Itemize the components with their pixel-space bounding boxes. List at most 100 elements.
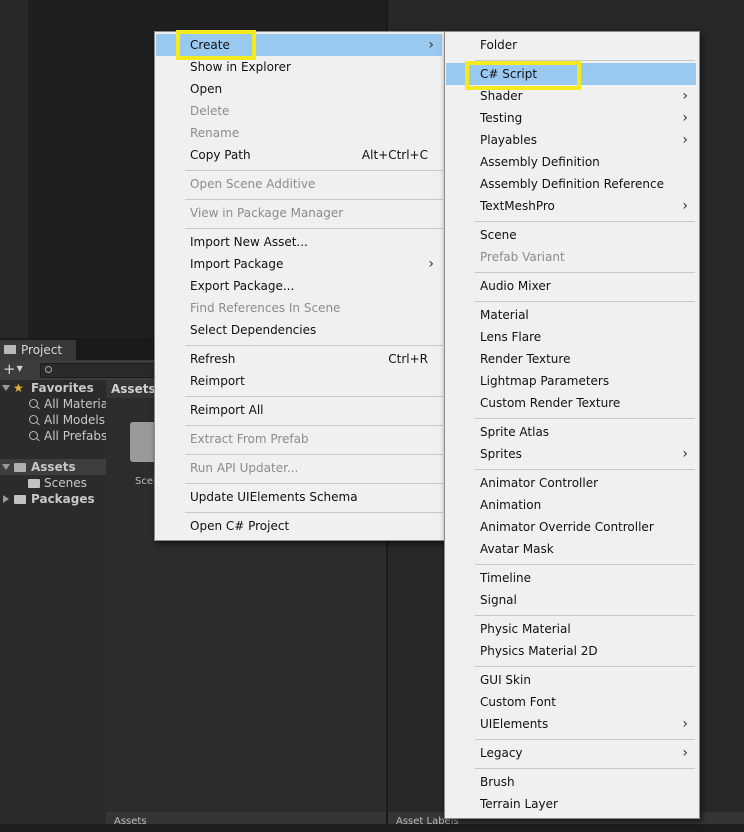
- menu-item-rename[interactable]: Rename: [156, 122, 442, 144]
- tree-item-favorite[interactable]: All Materia: [0, 396, 108, 412]
- tree-item-favorite[interactable]: All Prefabs: [0, 428, 107, 444]
- add-dropdown-button[interactable]: +▼: [3, 361, 23, 380]
- submenu-item-assembly-definition-reference[interactable]: Assembly Definition Reference: [446, 173, 696, 195]
- menu-item-import-new-asset[interactable]: Import New Asset...: [156, 231, 442, 253]
- menu-item-label: Open Scene Additive: [190, 177, 316, 191]
- submenu-item-signal[interactable]: Signal: [446, 589, 696, 611]
- menu-item-label: Legacy: [480, 746, 523, 760]
- search-icon: [45, 366, 52, 373]
- submenu-item-animator-controller[interactable]: Animator Controller: [446, 472, 696, 494]
- menu-separator: [475, 221, 695, 222]
- menu-separator: [475, 615, 695, 616]
- highlight-box-csharp-script: [465, 61, 581, 90]
- project-search-input[interactable]: [40, 363, 162, 378]
- menu-item-run-api-updater[interactable]: Run API Updater...: [156, 457, 442, 479]
- menu-item-open-scene-additive[interactable]: Open Scene Additive: [156, 173, 442, 195]
- submenu-item-sprites[interactable]: Sprites ›: [446, 443, 696, 465]
- submenu-item-brush[interactable]: Brush: [446, 771, 696, 793]
- submenu-item-textmeshpro[interactable]: TextMeshPro ›: [446, 195, 696, 217]
- menu-item-label: Timeline: [480, 571, 532, 585]
- submenu-item-assembly-definition[interactable]: Assembly Definition: [446, 151, 696, 173]
- menu-item-label: Signal: [480, 593, 517, 607]
- submenu-item-timeline[interactable]: Timeline: [446, 567, 696, 589]
- menu-separator: [185, 483, 443, 484]
- submenu-item-animation[interactable]: Animation: [446, 494, 696, 516]
- menu-item-reimport-all[interactable]: Reimport All: [156, 399, 442, 421]
- create-submenu: Folder C# Script Shader › Testing › Playab…: [444, 31, 700, 819]
- menu-item-select-dependencies[interactable]: Select Dependencies: [156, 319, 442, 341]
- menu-item-open[interactable]: Open: [156, 78, 442, 100]
- menu-item-label: Testing: [480, 111, 523, 125]
- expand-triangle-icon[interactable]: [3, 495, 9, 503]
- submenu-item-legacy[interactable]: Legacy ›: [446, 742, 696, 764]
- submenu-item-lens-flare[interactable]: Lens Flare: [446, 326, 696, 348]
- submenu-item-gui-skin[interactable]: GUI Skin: [446, 669, 696, 691]
- project-tab[interactable]: Project: [0, 340, 76, 360]
- chevron-right-icon: ›: [682, 110, 688, 126]
- menu-separator: [475, 739, 695, 740]
- submenu-item-lightmap-parameters[interactable]: Lightmap Parameters: [446, 370, 696, 392]
- submenu-item-custom-render-texture[interactable]: Custom Render Texture: [446, 392, 696, 414]
- submenu-item-playables[interactable]: Playables ›: [446, 129, 696, 151]
- tree-item-assets[interactable]: Assets: [0, 459, 106, 475]
- menu-item-extract-from-prefab[interactable]: Extract From Prefab: [156, 428, 442, 450]
- menu-item-view-in-package-manager[interactable]: View in Package Manager: [156, 202, 442, 224]
- submenu-item-render-texture[interactable]: Render Texture: [446, 348, 696, 370]
- submenu-item-prefab-variant[interactable]: Prefab Variant: [446, 246, 696, 268]
- submenu-item-custom-font[interactable]: Custom Font: [446, 691, 696, 713]
- menu-item-refresh[interactable]: Refresh Ctrl+R: [156, 348, 442, 370]
- menu-item-label: Playables: [480, 133, 537, 147]
- submenu-item-folder[interactable]: Folder: [446, 34, 696, 56]
- menu-separator: [185, 454, 443, 455]
- menu-separator: [185, 512, 443, 513]
- menu-item-label: Sprite Atlas: [480, 425, 550, 439]
- menu-item-copy-path[interactable]: Copy Path Alt+Ctrl+C: [156, 144, 442, 166]
- tree-item-favorites[interactable]: ★ Favorites: [0, 380, 106, 396]
- menu-item-label: Physics Material 2D: [480, 644, 598, 658]
- folder-icon: [4, 345, 16, 354]
- menu-item-label: Open C# Project: [190, 519, 290, 533]
- menu-item-label: UIElements: [480, 717, 549, 731]
- tree-item-packages[interactable]: Packages: [0, 491, 106, 507]
- menu-separator: [185, 199, 443, 200]
- menu-item-import-package[interactable]: Import Package ›: [156, 253, 442, 275]
- submenu-item-terrain-layer[interactable]: Terrain Layer: [446, 793, 696, 815]
- menu-separator: [185, 228, 443, 229]
- chevron-right-icon: ›: [682, 198, 688, 214]
- menu-item-find-references[interactable]: Find References In Scene: [156, 297, 442, 319]
- folder-icon: [14, 495, 26, 504]
- menu-item-update-uielements-schema[interactable]: Update UIElements Schema: [156, 486, 442, 508]
- submenu-item-animator-override-controller[interactable]: Animator Override Controller: [446, 516, 696, 538]
- assets-footer: Assets: [106, 812, 386, 827]
- submenu-item-avatar-mask[interactable]: Avatar Mask: [446, 538, 696, 560]
- menu-item-label: Open: [190, 82, 223, 96]
- menu-item-open-csharp-project[interactable]: Open C# Project: [156, 515, 442, 537]
- chevron-right-icon: ›: [682, 716, 688, 732]
- tree-item-favorite[interactable]: All Models: [0, 412, 106, 428]
- left-edge-panel: [0, 0, 28, 338]
- submenu-item-physic-material[interactable]: Physic Material: [446, 618, 696, 640]
- menu-item-label: GUI Skin: [480, 673, 531, 687]
- menu-item-label: Terrain Layer: [480, 797, 558, 811]
- menu-item-label: Render Texture: [480, 352, 571, 366]
- submenu-item-uielements[interactable]: UIElements ›: [446, 713, 696, 735]
- expand-triangle-icon[interactable]: [2, 385, 10, 391]
- submenu-item-audio-mixer[interactable]: Audio Mixer: [446, 275, 696, 297]
- expand-triangle-icon[interactable]: [2, 464, 10, 470]
- asset-context-menu: Create › Show in Explorer Open Delete Ren…: [154, 31, 446, 541]
- menu-item-label: Animation: [480, 498, 542, 512]
- favorites-label: Favorites: [31, 381, 94, 395]
- menu-item-export-package[interactable]: Export Package...: [156, 275, 442, 297]
- submenu-item-testing[interactable]: Testing ›: [446, 107, 696, 129]
- menu-item-reimport[interactable]: Reimport: [156, 370, 442, 392]
- chevron-right-icon: ›: [682, 446, 688, 462]
- tree-item-scenes[interactable]: Scenes: [0, 475, 106, 491]
- submenu-item-physics-material-2d[interactable]: Physics Material 2D: [446, 640, 696, 662]
- submenu-item-sprite-atlas[interactable]: Sprite Atlas: [446, 421, 696, 443]
- submenu-item-scene[interactable]: Scene: [446, 224, 696, 246]
- submenu-item-material[interactable]: Material: [446, 304, 696, 326]
- menu-separator: [475, 564, 695, 565]
- highlight-box-create: [176, 30, 256, 60]
- menu-separator: [475, 768, 695, 769]
- menu-item-delete[interactable]: Delete: [156, 100, 442, 122]
